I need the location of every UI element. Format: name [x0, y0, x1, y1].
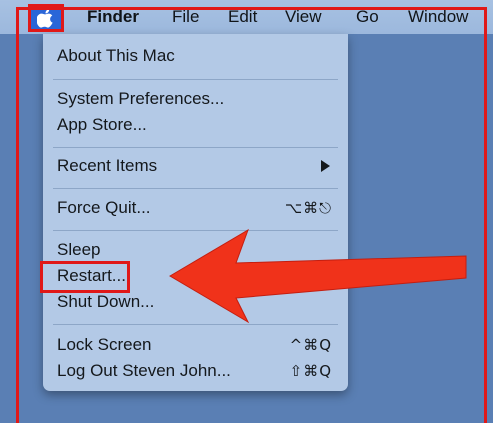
- desktop-screen: Finder File Edit View Go Window About Th…: [0, 0, 493, 426]
- red-arrow-icon: [169, 228, 467, 324]
